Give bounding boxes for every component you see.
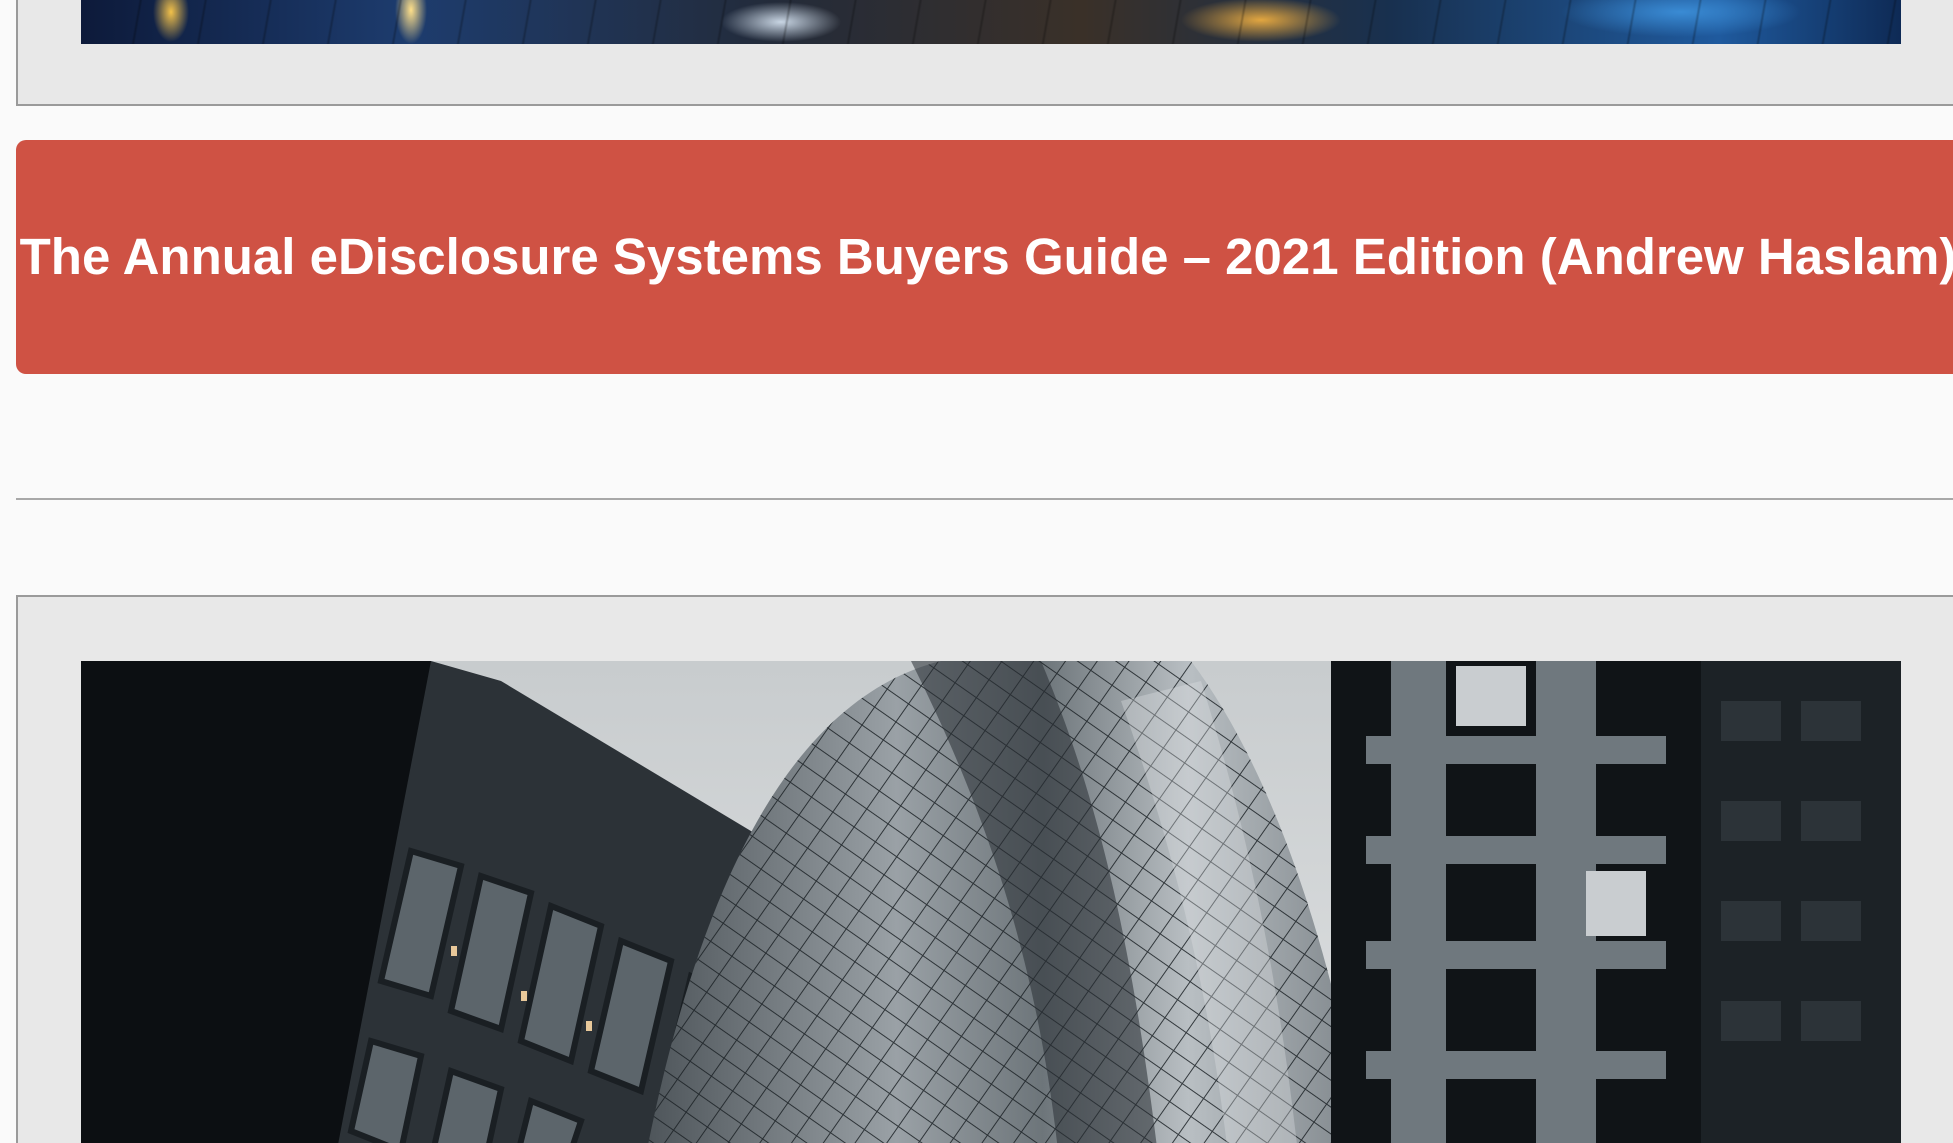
bottom-post-card bbox=[16, 595, 1953, 1143]
page: The Annual eDisclosure Systems Buyers Gu… bbox=[0, 0, 1953, 1143]
post-title-banner[interactable]: The Annual eDisclosure Systems Buyers Gu… bbox=[16, 140, 1953, 374]
city-night-street-image[interactable] bbox=[81, 0, 1901, 44]
section-divider bbox=[16, 498, 1953, 500]
post-title[interactable]: The Annual eDisclosure Systems Buyers Gu… bbox=[16, 226, 1953, 288]
top-post-card bbox=[16, 0, 1953, 106]
london-gherkin-building-image[interactable] bbox=[81, 661, 1901, 1143]
